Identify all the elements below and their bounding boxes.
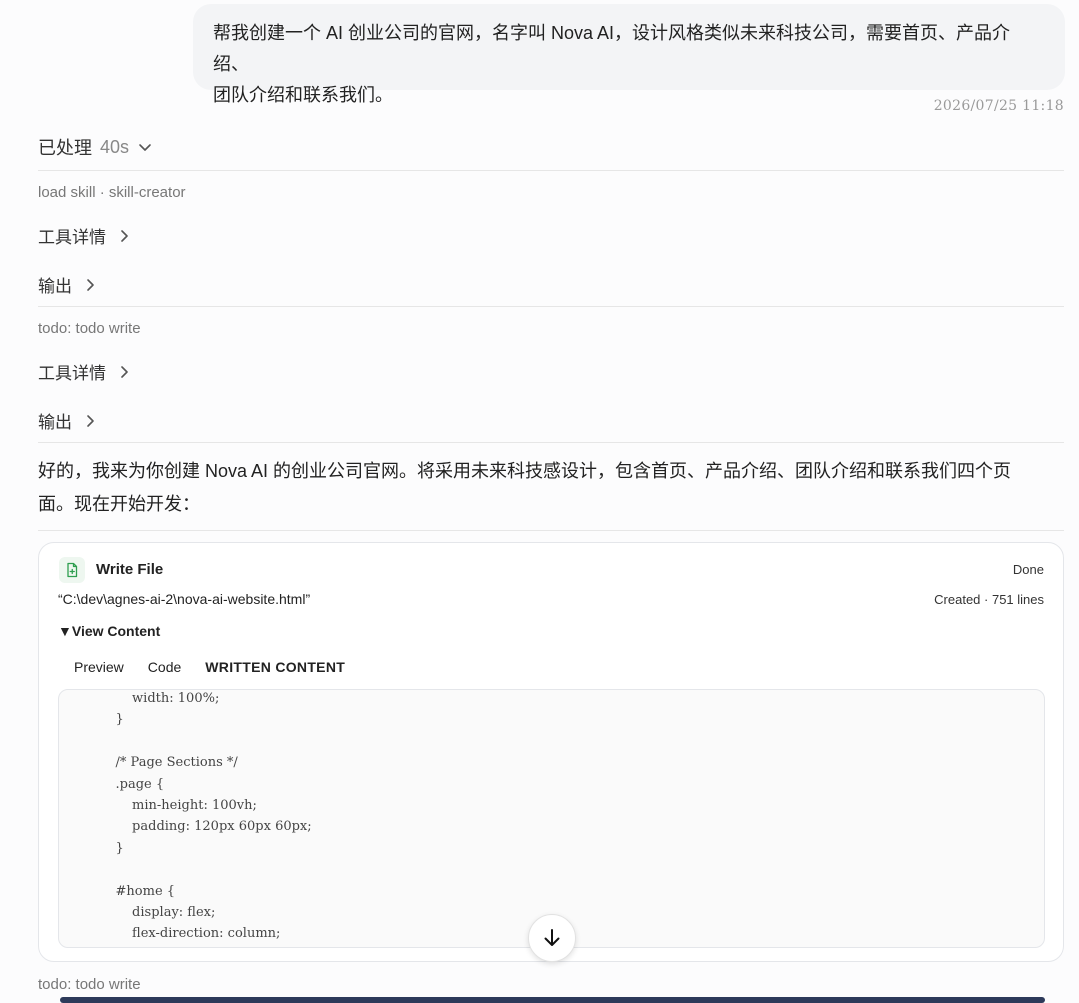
tab-written-content[interactable]: WRITTEN CONTENT	[205, 659, 345, 675]
chevron-right-icon	[121, 365, 128, 378]
tool-output-label: 输出	[38, 277, 72, 296]
divider	[38, 530, 1064, 531]
tool-details-toggle[interactable]: 工具详情	[38, 223, 132, 248]
chevron-right-icon	[87, 278, 94, 291]
view-content-toggle[interactable]: ▼View Content	[58, 623, 160, 639]
file-meta: Created · 751 lines	[934, 592, 1044, 607]
tool-call-name: todo: todo write	[38, 976, 141, 993]
assistant-message: 好的，我来为你创建 Nova AI 的创业公司官网。将采用未来科技感设计，包含首…	[38, 455, 1063, 521]
card-title: Write File	[96, 561, 164, 578]
next-card-edge	[60, 997, 1045, 1003]
status-label: Done	[1012, 562, 1044, 577]
divider	[38, 170, 1064, 171]
file-path: “C:\dev\agnes-ai-2\nova-ai-website.html”	[58, 591, 311, 607]
message-timestamp: 2026/07/25 11:18	[933, 98, 1064, 114]
code-content: width: 100%; } /* Page Sections */ .page…	[115, 691, 312, 942]
user-message-bubble: 帮我创建一个 AI 创业公司的官网，名字叫 Nova AI，设计风格类似未来科技…	[193, 4, 1065, 105]
tab-preview[interactable]: Preview	[74, 659, 124, 675]
tool-details-label: 工具详情	[38, 228, 106, 247]
processed-duration: 40s	[100, 136, 130, 157]
tool-output-toggle[interactable]: 输出	[38, 408, 98, 433]
processed-toggle[interactable]: 已处理 40s	[38, 134, 153, 160]
divider	[38, 306, 1064, 307]
chevron-down-icon	[139, 144, 151, 151]
tool-call-name: todo: todo write	[38, 320, 141, 337]
tool-details-toggle[interactable]: 工具详情	[38, 359, 132, 384]
tool-details-label: 工具详情	[38, 364, 106, 383]
assistant-message-line: 面。现在开始开发：	[38, 494, 200, 514]
chevron-right-icon	[87, 414, 94, 427]
file-plus-icon	[59, 557, 85, 583]
chevron-right-icon	[121, 229, 128, 242]
content-tabs: Preview Code WRITTEN CONTENT	[74, 659, 345, 675]
processed-label: 已处理	[38, 138, 92, 158]
user-message-line: 帮我创建一个 AI 创业公司的官网，名字叫 Nova AI，设计风格类似未来科技…	[213, 23, 1011, 74]
write-file-card: Write File Done “C:\dev\agnes-ai-2\nova-…	[38, 542, 1064, 962]
tool-output-label: 输出	[38, 413, 72, 432]
tab-code[interactable]: Code	[148, 659, 181, 675]
code-viewer[interactable]: width: 100%; } /* Page Sections */ .page…	[58, 689, 1045, 948]
scroll-to-bottom-button[interactable]	[528, 914, 576, 962]
tool-output-toggle[interactable]: 输出	[38, 272, 98, 297]
divider	[38, 442, 1064, 443]
assistant-message-line: 好的，我来为你创建 Nova AI 的创业公司官网。将采用未来科技感设计，包含首…	[38, 461, 1012, 481]
user-message-line: 团队介绍和联系我们。	[213, 85, 393, 105]
arrow-down-icon	[544, 929, 560, 946]
tool-call-name: load skill · skill-creator	[38, 184, 186, 201]
